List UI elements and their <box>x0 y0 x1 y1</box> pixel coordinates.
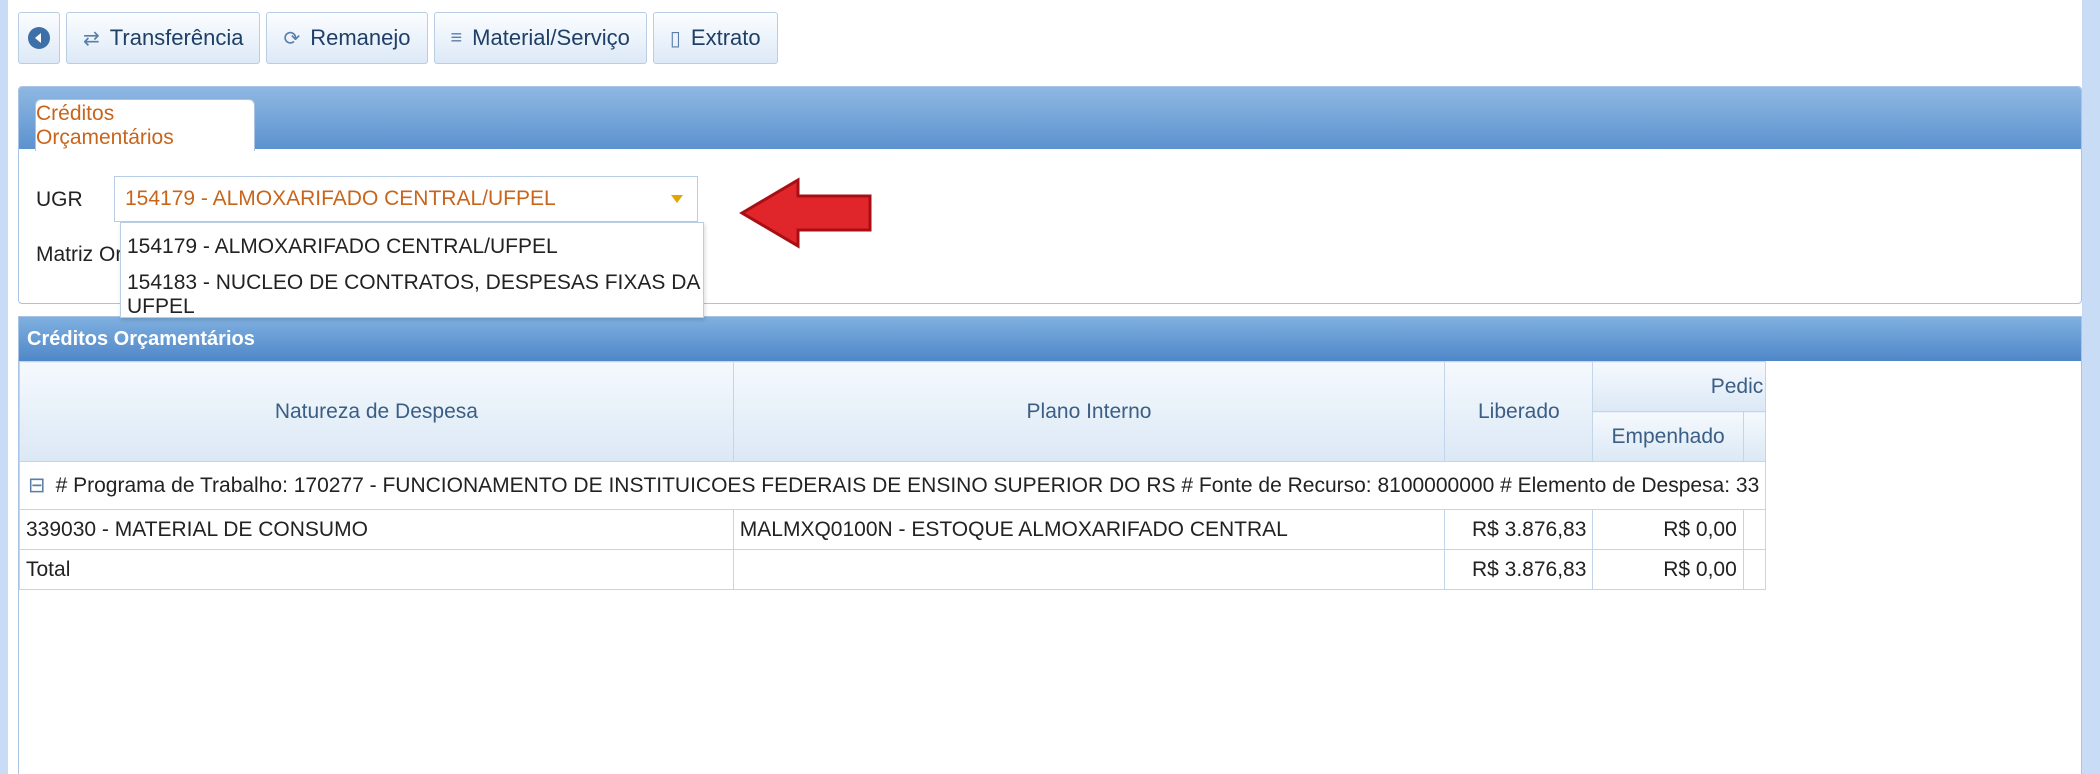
transferencia-button[interactable]: ⇄ Transferência <box>66 12 261 64</box>
group-row[interactable]: ⊟ # Programa de Trabalho: 170277 - FUNCIO… <box>18 461 1767 510</box>
total-extra <box>1742 549 1767 590</box>
remanejo-label: Remanejo <box>310 25 411 50</box>
dropdown-option[interactable]: 154179 - ALMOXARIFADO CENTRAL/UFPEL <box>121 223 703 271</box>
col-empenhado[interactable]: Empenhado <box>1592 411 1744 462</box>
swap-circle-icon: ⟳ <box>283 27 301 50</box>
red-annotation-arrow <box>739 177 872 249</box>
panel-title: Créditos Orçamentários <box>19 317 2081 361</box>
material-servico-label: Material/Serviço <box>472 25 630 50</box>
extrato-label: Extrato <box>690 25 761 50</box>
document-icon: ▯ <box>669 27 681 50</box>
app-frame: ⇄ Transferência ⟳ Remanejo ≡ Material/Se… <box>8 0 2082 774</box>
panel-tab-strip <box>19 87 2081 149</box>
col-extra <box>1742 411 1767 462</box>
total-empenhado: R$ 0,00 <box>1592 549 1744 590</box>
creditos-table: Natureza de Despesa Plano Interno Libera… <box>18 361 1767 590</box>
circle-left-arrow-icon <box>28 27 50 49</box>
collapse-toggle-icon[interactable]: ⊟ <box>28 474 46 497</box>
transfer-arrows-icon: ⇄ <box>83 27 100 50</box>
group-row-label: # Programa de Trabalho: 170277 - FUNCION… <box>55 474 1760 497</box>
cell-liberado: R$ 3.876,83 <box>1444 509 1594 550</box>
extrato-button[interactable]: ▯ Extrato <box>652 12 778 64</box>
material-servico-button[interactable]: ≡ Material/Serviço <box>433 12 647 64</box>
cell-plano: MALMXQ0100N - ESTOQUE ALMOXARIFADO CENTR… <box>732 509 1446 550</box>
cell-extra <box>1742 509 1767 550</box>
ugr-dropdown-list: 154179 - ALMOXARIFADO CENTRAL/UFPEL 1541… <box>120 222 704 318</box>
remanejo-button[interactable]: ⟳ Remanejo <box>266 12 428 64</box>
chevron-down-icon[interactable] <box>671 195 683 203</box>
total-row: Total R$ 3.876,83 R$ 0,00 <box>19 549 1767 590</box>
total-label: Total <box>19 549 734 590</box>
creditos-table-panel: Créditos Orçamentários Natureza de Despe… <box>18 316 2082 774</box>
toolbar: ⇄ Transferência ⟳ Remanejo ≡ Material/Se… <box>18 12 778 64</box>
matriz-label: Matriz Orç <box>36 243 133 266</box>
back-button[interactable] <box>18 12 60 64</box>
dropdown-option[interactable]: 154183 - NUCLEO DE CONTRATOS, DESPESAS F… <box>121 271 703 319</box>
col-pedidos[interactable]: Pedic <box>1592 361 1767 412</box>
col-liberado[interactable]: Liberado <box>1444 361 1594 462</box>
cell-empenhado: R$ 0,00 <box>1592 509 1744 550</box>
cell-natureza: 339030 - MATERIAL DE CONSUMO <box>19 509 734 550</box>
ugr-selected-value: 154179 - ALMOXARIFADO CENTRAL/UFPEL <box>125 187 556 210</box>
list-icon: ≡ <box>450 26 463 49</box>
col-natureza-despesa[interactable]: Natureza de Despesa <box>19 361 734 462</box>
total-plano <box>732 549 1446 590</box>
table-row[interactable]: 339030 - MATERIAL DE CONSUMO MALMXQ0100N… <box>19 509 1767 550</box>
col-plano-interno[interactable]: Plano Interno <box>732 361 1446 462</box>
ugr-label: UGR <box>36 188 83 211</box>
transferencia-label: Transferência <box>109 25 244 50</box>
total-liberado: R$ 3.876,83 <box>1444 549 1594 590</box>
ugr-select[interactable]: 154179 - ALMOXARIFADO CENTRAL/UFPEL <box>114 176 698 222</box>
tab-creditos-orcamentarios[interactable]: Créditos Orçamentários <box>35 99 255 151</box>
